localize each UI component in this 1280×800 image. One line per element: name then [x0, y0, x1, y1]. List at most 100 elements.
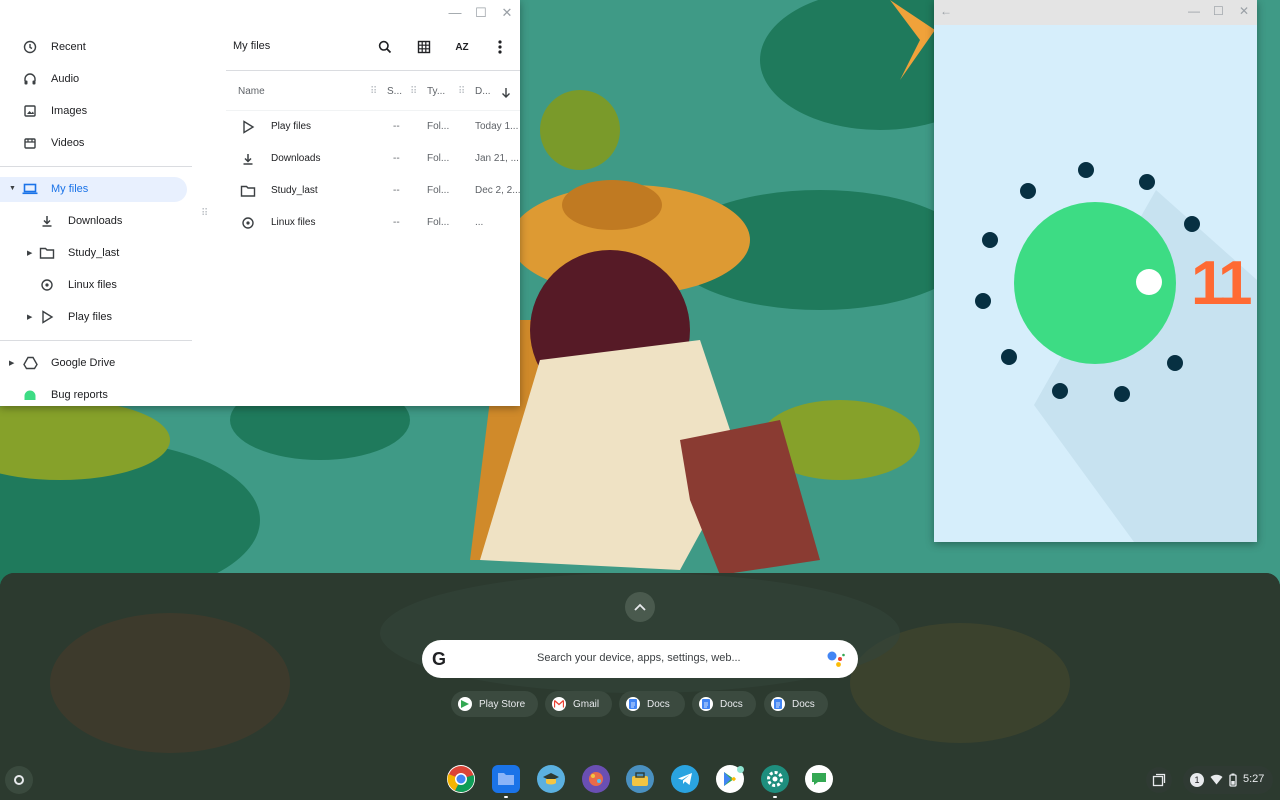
sidebar-divider	[0, 340, 192, 341]
sidebar-resize-handle[interactable]: ⠿	[201, 208, 208, 219]
sidebar-item-label: Audio	[51, 73, 80, 85]
caret-right-icon[interactable]: ▶	[9, 359, 14, 367]
sidebar-item-google-drive[interactable]: ▶ Google Drive	[0, 350, 190, 376]
close-button[interactable]: ✕	[1239, 4, 1249, 18]
launcher-circle-icon	[14, 775, 24, 785]
file-date: Jan 21, ...	[475, 153, 519, 164]
file-date: Today 1...	[475, 121, 519, 132]
maximize-button[interactable]: ☐	[1213, 4, 1224, 18]
play-store-icon	[458, 697, 472, 711]
holding-space-button[interactable]	[1146, 767, 1172, 793]
chip-label: Docs	[720, 698, 743, 710]
column-resize-handle[interactable]: ⠿	[458, 86, 465, 97]
chip-label: Gmail	[573, 698, 600, 710]
sidebar-item-label: Study_last	[68, 247, 120, 259]
column-resize-handle[interactable]: ⠿	[370, 86, 377, 97]
sidebar-divider	[0, 166, 192, 167]
sidebar-item-label: My files	[51, 183, 89, 195]
sidebar-item-play-files[interactable]: ▶ Play files	[0, 304, 190, 330]
running-indicator	[773, 796, 777, 798]
shelf-app-files[interactable]	[492, 765, 520, 793]
toolbox-icon	[632, 772, 648, 786]
sidebar-item-linux-files[interactable]: Linux files	[0, 272, 190, 298]
shelf-app-classroom[interactable]	[537, 765, 565, 793]
suggestion-chip-docs[interactable]: Docs	[764, 691, 828, 717]
caret-down-icon[interactable]: ▼	[9, 185, 16, 192]
graduation-cap-icon	[543, 773, 559, 785]
launcher-button[interactable]	[5, 766, 33, 794]
sidebar-item-label: Videos	[51, 137, 85, 149]
sidebar-item-downloads[interactable]: Downloads	[0, 208, 190, 234]
suggestion-chip-docs[interactable]: Docs	[692, 691, 756, 717]
chip-label: Docs	[647, 698, 670, 710]
column-header-type[interactable]: Ty...	[427, 86, 445, 97]
shelf-app-toolbox[interactable]	[626, 765, 654, 793]
more-vert-icon	[498, 40, 502, 54]
suggestion-chip-gmail[interactable]: Gmail	[545, 691, 612, 717]
sidebar-item-label: Recent	[51, 41, 86, 53]
files-folder-icon	[498, 773, 514, 785]
film-icon	[22, 135, 38, 151]
column-header-date[interactable]: D...	[475, 86, 491, 97]
column-header-size[interactable]: S...	[387, 86, 402, 97]
grid-view-button[interactable]	[415, 38, 433, 56]
search-button[interactable]	[376, 38, 394, 56]
sidebar-item-recent[interactable]: Recent	[0, 34, 190, 60]
battery-icon	[1229, 773, 1237, 787]
shelf-app-google-chat[interactable]	[805, 765, 833, 793]
search-icon	[378, 40, 392, 54]
holding-space-icon	[1152, 773, 1166, 787]
running-indicator	[504, 796, 508, 798]
sidebar-item-label: Downloads	[68, 215, 123, 227]
files-app-window: — ☐ ✕ Recent Audio Images Videos ▼ My fi…	[0, 0, 520, 406]
more-options-button[interactable]	[491, 38, 509, 56]
shelf-app-play-store[interactable]	[716, 765, 744, 793]
gmail-icon	[552, 697, 566, 711]
sort-button[interactable]: AZ	[453, 38, 471, 56]
shelf-app-telegram[interactable]	[671, 765, 699, 793]
file-name: Play files	[271, 121, 312, 132]
page-title: My files	[233, 40, 271, 52]
shelf-app-art[interactable]	[582, 765, 610, 793]
file-size: --	[393, 185, 400, 196]
sidebar-item-label: Bug reports	[51, 389, 108, 401]
sidebar-item-audio[interactable]: Audio	[0, 66, 190, 92]
sidebar-item-my-files[interactable]: ▼ My files	[0, 176, 187, 202]
minimize-button[interactable]: —	[446, 5, 464, 21]
docs-icon	[699, 697, 713, 711]
expand-launcher-button[interactable]	[625, 592, 655, 622]
back-button[interactable]: ←	[940, 4, 952, 18]
gear-icon	[767, 771, 783, 787]
shelf-app-settings[interactable]	[761, 765, 789, 793]
caret-right-icon[interactable]: ▶	[27, 313, 32, 321]
shelf-app-chrome[interactable]	[447, 765, 475, 793]
search-placeholder: Search your device, apps, settings, web.…	[537, 652, 741, 664]
suggestion-chip-docs[interactable]: Docs	[619, 691, 685, 717]
wifi-icon	[1210, 774, 1223, 785]
chevron-up-icon	[634, 603, 646, 611]
status-tray[interactable]: 1 5:27	[1183, 766, 1273, 794]
file-name: Study_last	[271, 185, 318, 196]
maximize-button[interactable]: ☐	[472, 5, 490, 21]
assistant-icon[interactable]	[826, 650, 846, 668]
column-header-divider	[226, 110, 520, 111]
sidebar-item-study-last[interactable]: ▶ Study_last	[0, 240, 190, 266]
android-version-label: 11	[1191, 249, 1253, 318]
minimize-button[interactable]: —	[1188, 4, 1200, 18]
launcher-search-box[interactable]: G Search your device, apps, settings, we…	[422, 640, 858, 678]
sidebar-item-images[interactable]: Images	[0, 98, 190, 124]
sort-arrow-down-icon[interactable]	[500, 86, 512, 104]
caret-right-icon[interactable]: ▶	[27, 249, 32, 257]
sidebar-item-bug-reports[interactable]: Bug reports	[0, 382, 190, 406]
chip-label: Play Store	[479, 698, 526, 710]
notification-dot	[737, 766, 744, 773]
docs-icon	[771, 697, 785, 711]
suggestion-chip-play-store[interactable]: Play Store	[451, 691, 538, 717]
column-resize-handle[interactable]: ⠿	[410, 86, 417, 97]
chrome-icon	[447, 766, 475, 793]
close-button[interactable]: ✕	[498, 5, 516, 21]
sidebar-item-videos[interactable]: Videos	[0, 130, 190, 156]
chip-label: Docs	[792, 698, 815, 710]
linux-icon	[39, 277, 55, 293]
column-header-name[interactable]: Name	[238, 86, 265, 97]
